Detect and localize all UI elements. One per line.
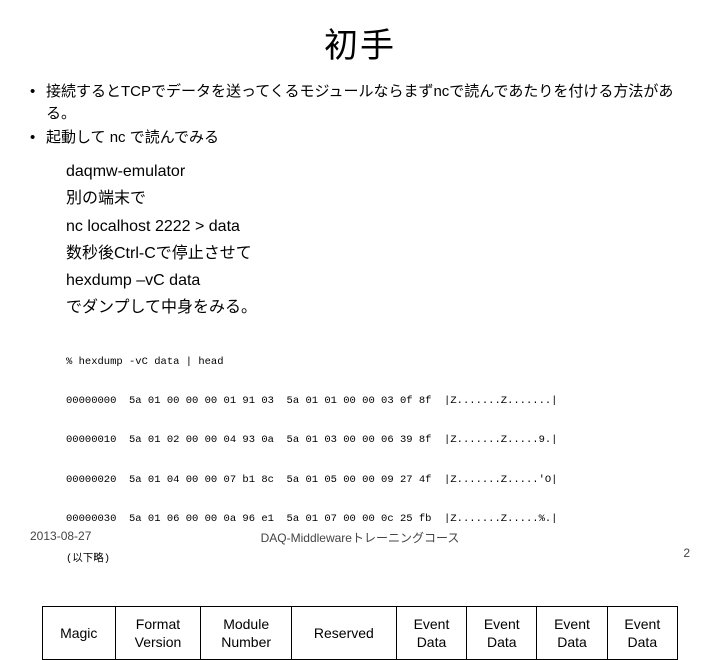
bullet-marker: • [30, 81, 46, 125]
slide-title: 初手 [0, 18, 720, 67]
format-table: Magic FormatVersion ModuleNumber Reserve… [42, 606, 678, 660]
format-cell: FormatVersion [115, 606, 201, 659]
format-cell: EventData [607, 606, 677, 659]
step-line: daqmw-emulator [66, 158, 690, 185]
hexdump-line: 00000000 5a 01 00 00 00 01 91 03 5a 01 0… [66, 395, 690, 408]
hexdump-line: % hexdump -vC data | head [66, 356, 690, 369]
format-cell: Reserved [291, 606, 396, 659]
footer-center: DAQ-Middlewareトレーニングコース [0, 529, 720, 546]
footer-date: 2013-08-27 [30, 529, 91, 543]
hexdump-line: 00000020 5a 01 04 00 00 07 b1 8c 5a 01 0… [66, 474, 690, 487]
hexdump-line: 00000030 5a 01 06 00 00 0a 96 e1 5a 01 0… [66, 513, 690, 526]
slide-body: • 接続するとTCPでデータを送ってくるモジュールならまずncで読んであたりを付… [30, 81, 690, 660]
bullet-item: • 接続するとTCPでデータを送ってくるモジュールならまずncで読んであたりを付… [30, 81, 690, 125]
bullet-text: 起動して nc で読んでみる [46, 127, 690, 149]
format-cell: Magic [43, 606, 116, 659]
hexdump-line: (以下略) [66, 553, 690, 566]
format-cell: EventData [537, 606, 607, 659]
steps-block: daqmw-emulator 別の端末で nc localhost 2222 >… [66, 158, 690, 321]
step-line: 別の端末で [66, 185, 690, 212]
step-line: 数秒後Ctrl-Cで停止させて [66, 240, 690, 267]
bullet-item: • 起動して nc で読んでみる [30, 127, 690, 149]
step-line: でダンプして中身をみる。 [66, 294, 690, 321]
bullet-text: 接続するとTCPでデータを送ってくるモジュールならまずncで読んであたりを付ける… [46, 81, 690, 125]
footer-page-number: 2 [683, 546, 690, 560]
format-cell: EventData [467, 606, 537, 659]
slide-footer: 2013-08-27 DAQ-Middlewareトレーニングコース 2 [0, 529, 720, 546]
bullet-marker: • [30, 127, 46, 149]
format-cell: ModuleNumber [201, 606, 291, 659]
table-row: Magic FormatVersion ModuleNumber Reserve… [43, 606, 678, 659]
step-line: hexdump –vC data [66, 267, 690, 294]
hexdump-line: 00000010 5a 01 02 00 00 04 93 0a 5a 01 0… [66, 434, 690, 447]
hexdump-block: % hexdump -vC data | head 00000000 5a 01… [66, 329, 690, 592]
format-cell: EventData [396, 606, 466, 659]
step-line: nc localhost 2222 > data [66, 213, 690, 240]
